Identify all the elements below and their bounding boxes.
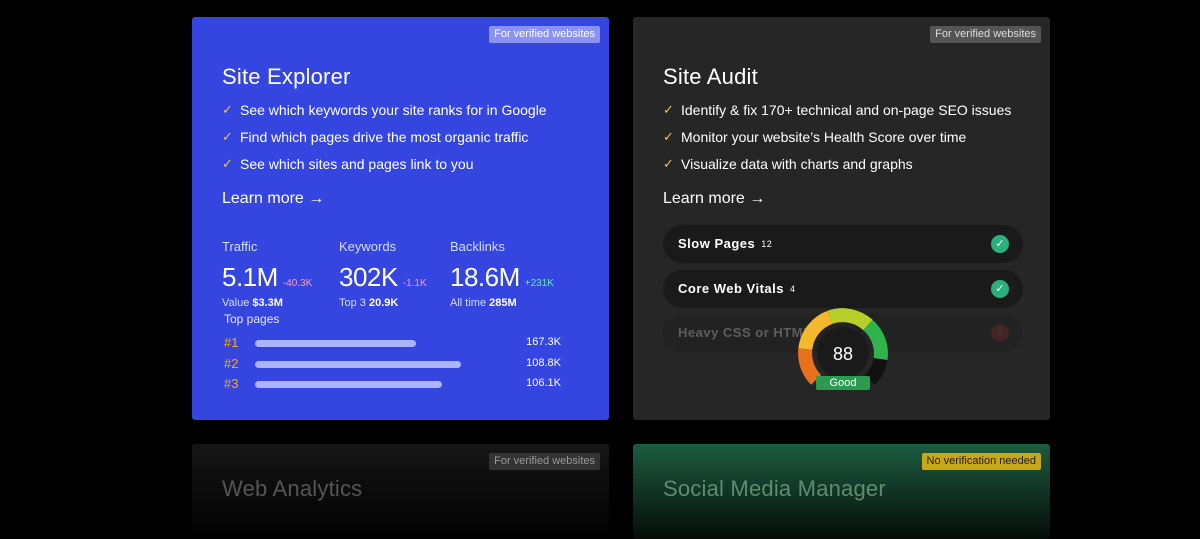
learn-more-link[interactable]: Learn more →	[663, 190, 765, 208]
metric-value: 18.6M	[450, 262, 520, 292]
check-icon: ✓	[663, 156, 674, 171]
issue-count: 12	[761, 239, 773, 249]
top-page-row: #3 106.1K	[224, 376, 561, 392]
check-icon: ✓	[222, 156, 233, 171]
metric-delta: +231K	[524, 278, 554, 289]
metric-delta: -40.3K	[282, 278, 313, 289]
verified-badge: For verified websites	[930, 26, 1041, 43]
no-verification-badge: No verification needed	[921, 453, 1041, 470]
issue-count: 4	[790, 284, 796, 294]
feature-item: ✓ Identify & fix 170+ technical and on-pa…	[663, 101, 1011, 128]
issue-label: Heavy CSS or HTML	[678, 325, 812, 340]
metric-label: Keywords	[339, 239, 397, 254]
check-circle-icon: ✓	[991, 235, 1009, 253]
top-pages-label: Top pages	[224, 312, 280, 326]
top-page-rank: #1	[224, 335, 239, 350]
metric-label: Traffic	[222, 239, 258, 254]
health-score-value: 88	[833, 344, 853, 364]
top-page-value: 167.3K	[526, 336, 561, 348]
card-title: Site Audit	[663, 64, 758, 89]
metric-value: 5.1M	[222, 262, 278, 292]
check-circle-icon: ✓	[991, 280, 1009, 298]
check-icon: ✓	[663, 129, 674, 144]
card-title: Web Analytics	[222, 476, 363, 501]
feature-item: ✓ Monitor your website’s Health Score ove…	[663, 128, 1011, 155]
feature-item: ✓ Find which pages drive the most organic…	[222, 128, 547, 155]
top-page-row: #1 167.3K	[224, 335, 561, 351]
learn-more-link[interactable]: Learn more →	[222, 190, 324, 208]
metric-keywords: Keywords 302K -1.1K Top 3 20.9K	[339, 239, 427, 309]
metric-sub: Top 3 20.9K	[339, 297, 399, 309]
web-analytics-card[interactable]: For verified websites Web Analytics	[192, 444, 609, 539]
issue-row-core-web-vitals: Core Web Vitals 4 ✓	[663, 270, 1023, 308]
site-explorer-card: For verified websites Site Explorer ✓ See…	[192, 17, 609, 420]
site-audit-card: For verified websites Site Audit ✓ Identi…	[633, 17, 1050, 420]
issue-label: Core Web Vitals	[678, 281, 784, 296]
top-page-value: 108.8K	[526, 357, 561, 369]
top-page-rank: #2	[224, 356, 239, 371]
top-page-rank: #3	[224, 376, 239, 391]
health-status-badge: Good	[816, 376, 870, 390]
top-page-value: 106.1K	[526, 377, 561, 389]
feature-list: ✓ See which keywords your site ranks for …	[222, 101, 547, 182]
metric-traffic: Traffic 5.1M -40.3K Value $3.3M	[222, 239, 312, 309]
metric-delta: -1.1K	[402, 278, 427, 289]
social-media-manager-card[interactable]: No verification needed Social Media Mana…	[633, 444, 1050, 539]
verified-badge: For verified websites	[489, 26, 600, 43]
metric-label: Backlinks	[450, 239, 505, 254]
card-title: Social Media Manager	[663, 476, 886, 501]
top-page-bar	[255, 361, 461, 368]
issue-row-slow-pages: Slow Pages 12 ✓	[663, 225, 1023, 263]
feature-item: ✓ See which keywords your site ranks for …	[222, 101, 547, 128]
card-title: Site Explorer	[222, 64, 351, 89]
metric-sub: All time 285M	[450, 297, 517, 309]
metric-backlinks: Backlinks 18.6M +231K All time 285M	[450, 239, 554, 309]
metric-value: 302K	[339, 262, 398, 292]
top-page-bar	[255, 340, 416, 347]
check-icon: ✓	[222, 102, 233, 117]
top-page-row: #2 108.8K	[224, 356, 561, 372]
check-icon: ✓	[222, 129, 233, 144]
check-icon: ✓	[663, 102, 674, 117]
feature-item: ✓ See which sites and pages link to you	[222, 155, 547, 182]
warning-icon: !	[991, 324, 1009, 342]
feature-list: ✓ Identify & fix 170+ technical and on-pa…	[663, 101, 1011, 182]
top-page-bar	[255, 381, 442, 388]
feature-item: ✓ Visualize data with charts and graphs	[663, 155, 1011, 182]
verified-badge: For verified websites	[489, 453, 600, 470]
metric-sub: Value $3.3M	[222, 297, 283, 309]
issue-label: Slow Pages	[678, 236, 756, 251]
